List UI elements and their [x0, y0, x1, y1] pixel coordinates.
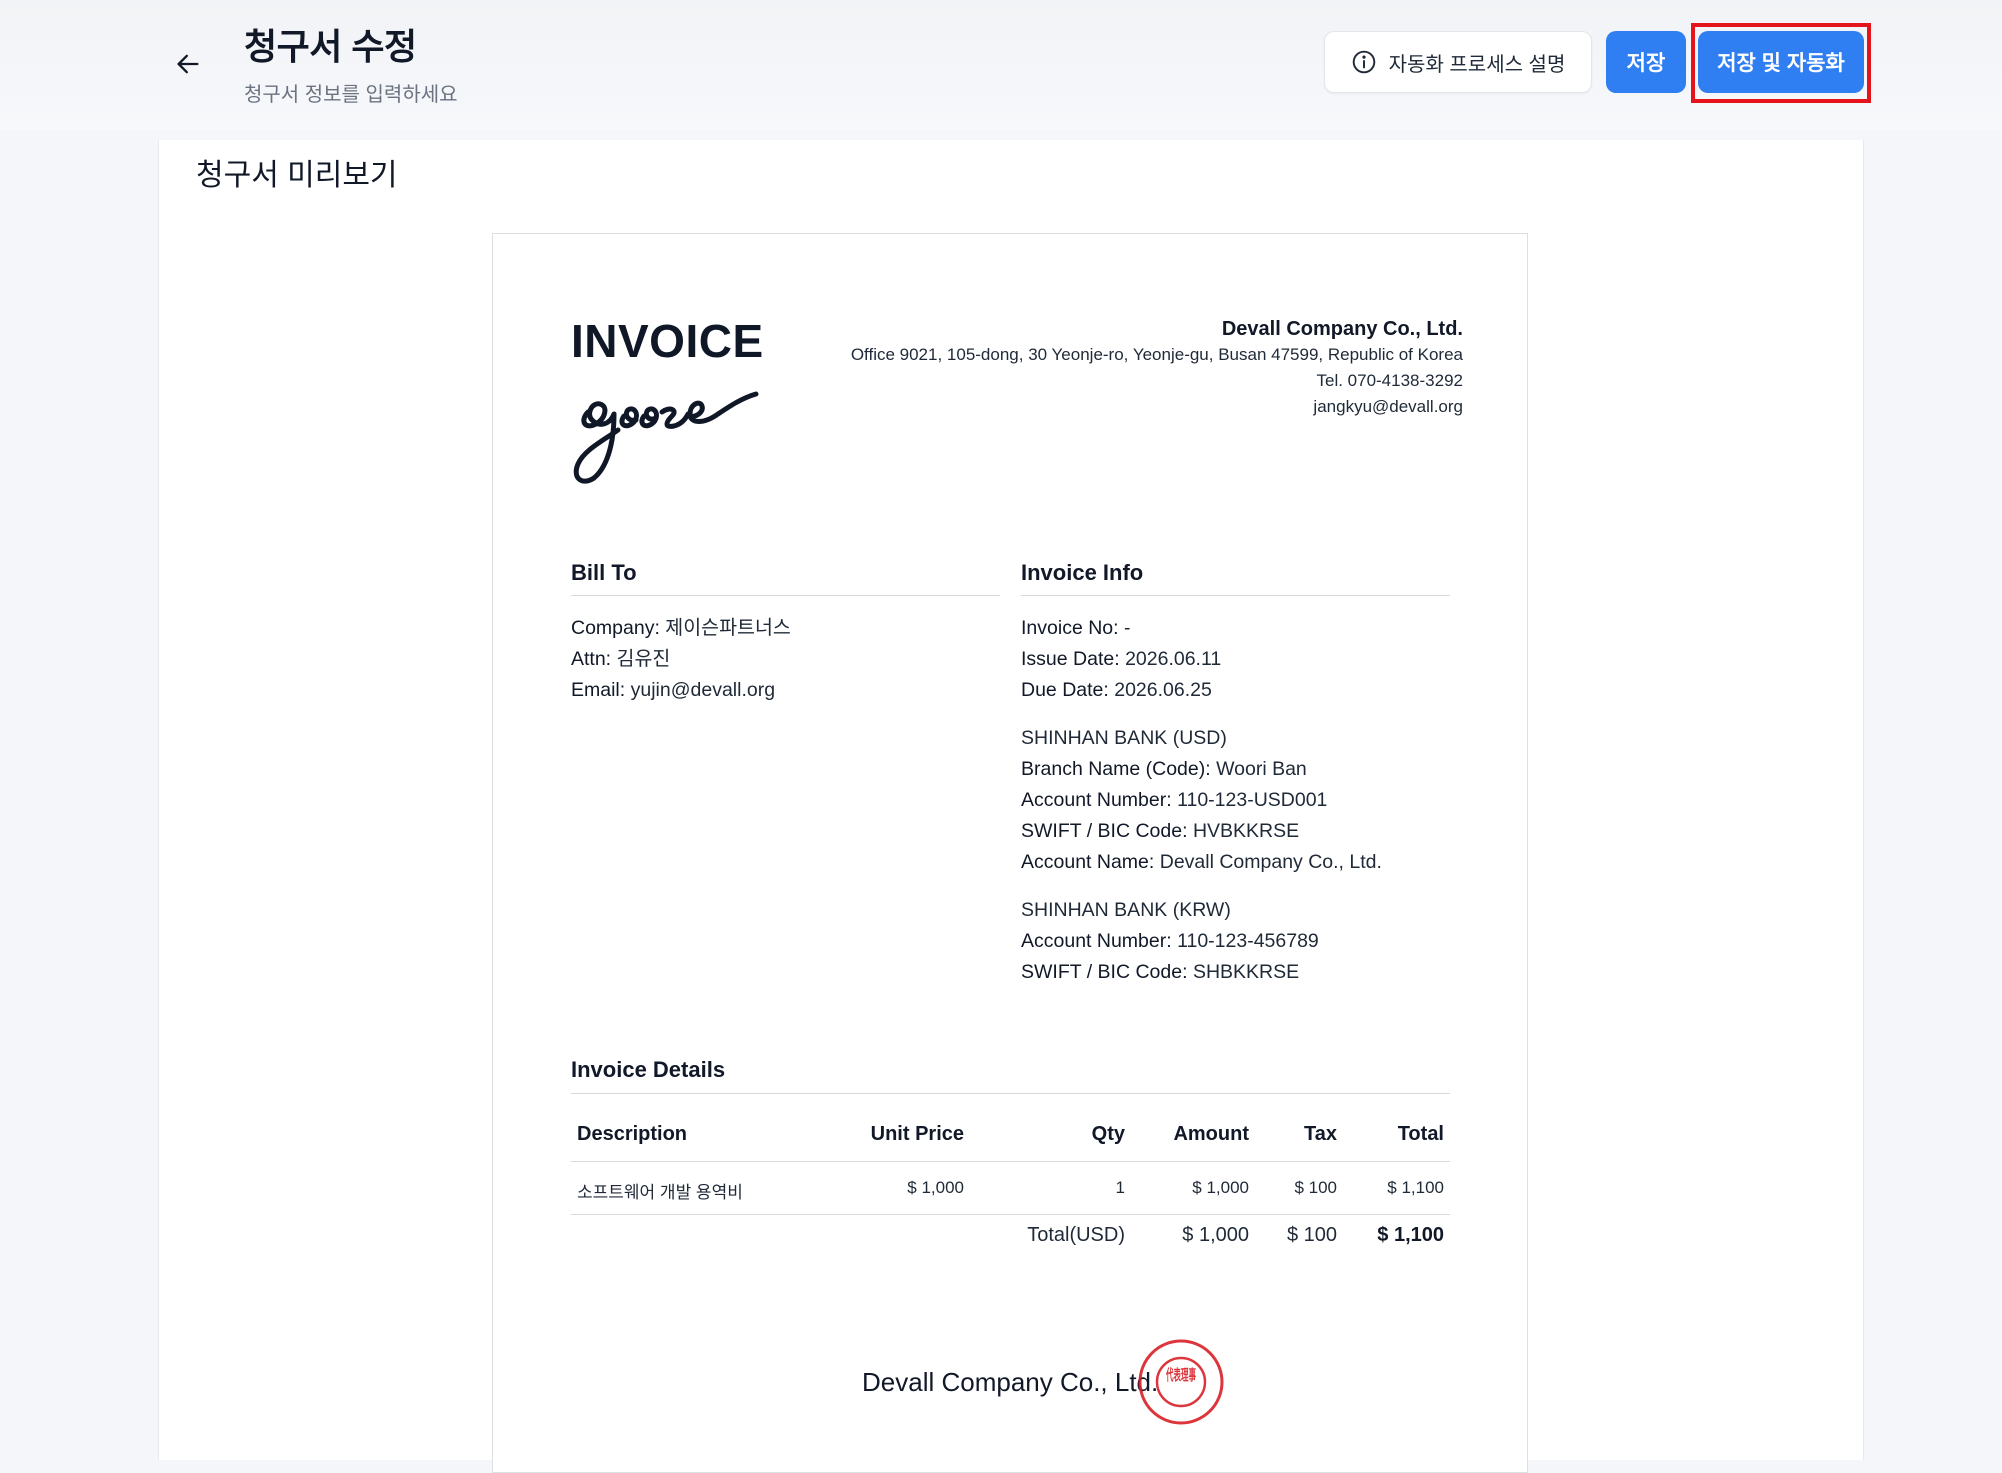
bank-usd-swift: SWIFT / BIC Code: HVBKKRSE	[1021, 820, 1300, 842]
company-block: Devall Company Co., Ltd. Office 9021, 10…	[851, 316, 1463, 420]
invoice-heading: INVOICE	[571, 315, 764, 367]
bank-usd-branch: Branch Name (Code): Woori Ban	[1021, 758, 1307, 780]
preview-title: 청구서 미리보기	[196, 159, 398, 192]
bank-krw-title: SHINHAN BANK (KRW)	[1021, 899, 1231, 921]
arrow-left-icon	[177, 54, 199, 74]
totals-label: Total(USD)	[1027, 1224, 1125, 1246]
row-divider	[571, 1214, 1450, 1215]
bill-to-attn: Attn: 김유진	[571, 648, 671, 670]
bank-usd-account: Account Number: 110-123-USD001	[1021, 789, 1328, 811]
bank-usd-account-name: Account Name: Devall Company Co., Ltd.	[1021, 851, 1382, 873]
invoice-number: Invoice No: -	[1021, 617, 1131, 639]
company-email: jangkyu@devall.org	[1313, 397, 1463, 416]
bill-to-company: Company: 제이슨파트너스	[571, 617, 791, 639]
bill-to-email: Email: yujin@devall.org	[571, 679, 776, 701]
row-amount: $ 1,000	[1192, 1178, 1249, 1197]
company-address: Office 9021, 105-dong, 30 Yeonje-ro, Yeo…	[850, 345, 1463, 364]
save-and-automate-button[interactable]: 저장 및 자동화	[1698, 31, 1864, 93]
bill-to-divider	[571, 595, 1000, 596]
table-head-divider	[571, 1161, 1450, 1162]
bank-krw-account: Account Number: 110-123-456789	[1021, 930, 1319, 952]
totals-tax: $ 100	[1286, 1224, 1337, 1246]
automation-help-button[interactable]: 자동화 프로세스 설명	[1324, 31, 1592, 93]
col-tax: Tax	[1304, 1123, 1337, 1145]
invoice-info-divider	[1021, 595, 1450, 596]
automation-help-label: 자동화 프로세스 설명	[1388, 53, 1566, 76]
col-amount: Amount	[1173, 1123, 1249, 1145]
row-unit-price: $ 1,000	[907, 1178, 964, 1197]
company-seal: 代表理事	[1136, 1337, 1226, 1432]
totals-total: $ 1,100	[1377, 1224, 1444, 1246]
due-date: Due Date: 2026.06.25	[1021, 679, 1212, 701]
row-description: 소프트웨어 개발 용역비	[577, 1183, 743, 1202]
page-subtitle: 청구서 정보를 입력하세요	[244, 84, 458, 106]
row-tax: $ 100	[1294, 1178, 1337, 1197]
col-description: Description	[577, 1123, 688, 1145]
back-button[interactable]	[168, 44, 208, 84]
col-qty: Qty	[1091, 1123, 1125, 1145]
row-qty: 1	[1115, 1178, 1125, 1197]
goose-logo	[570, 384, 760, 491]
col-unit-price: Unit Price	[870, 1123, 964, 1145]
bank-usd-title: SHINHAN BANK (USD)	[1021, 727, 1227, 749]
col-total: Total	[1397, 1123, 1444, 1145]
row-total: $ 1,100	[1387, 1178, 1444, 1197]
seal-text: 代表理事	[1166, 1366, 1196, 1384]
company-name: Devall Company Co., Ltd.	[1221, 318, 1463, 340]
invoice-info-title: Invoice Info	[1021, 560, 1144, 585]
save-button[interactable]: 저장	[1606, 31, 1686, 93]
issue-date: Issue Date: 2026.06.11	[1021, 648, 1222, 670]
signature-company: Devall Company Co., Ltd.	[862, 1367, 1159, 1397]
details-divider	[571, 1093, 1450, 1094]
bill-to-title: Bill To	[571, 560, 637, 585]
company-tel: Tel. 070-4138-3292	[1316, 371, 1463, 390]
bank-krw-swift: SWIFT / BIC Code: SHBKKRSE	[1021, 961, 1300, 983]
page-title: 청구서 수정	[244, 26, 417, 67]
totals-amount: $ 1,000	[1182, 1224, 1249, 1246]
invoice-details-title: Invoice Details	[571, 1057, 726, 1082]
info-circle-icon	[1352, 50, 1375, 74]
